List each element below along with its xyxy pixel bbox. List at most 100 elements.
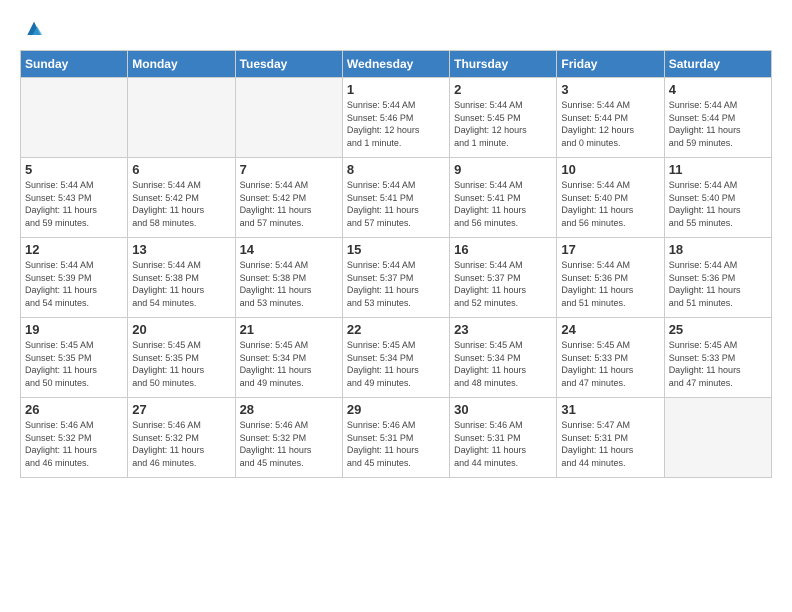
day-number: 18 (669, 242, 767, 257)
day-number: 9 (454, 162, 552, 177)
calendar-week-5: 26 Sunrise: 5:46 AM Sunset: 5:32 PM Dayli… (21, 398, 772, 478)
day-info: Sunrise: 5:44 AM Sunset: 5:43 PM Dayligh… (25, 179, 123, 229)
calendar-day: 3 Sunrise: 5:44 AM Sunset: 5:44 PM Daylig… (557, 78, 664, 158)
day-info: Sunrise: 5:44 AM Sunset: 5:41 PM Dayligh… (347, 179, 445, 229)
calendar-day (128, 78, 235, 158)
day-info: Sunrise: 5:44 AM Sunset: 5:44 PM Dayligh… (561, 99, 659, 149)
calendar-day: 11Sunrise: 5:44 AM Sunset: 5:40 PM Dayli… (664, 158, 771, 238)
day-number: 10 (561, 162, 659, 177)
day-info: Sunrise: 5:45 AM Sunset: 5:35 PM Dayligh… (25, 339, 123, 389)
calendar-week-3: 12 Sunrise: 5:44 AM Sunset: 5:39 PM Dayli… (21, 238, 772, 318)
day-number: 28 (240, 402, 338, 417)
calendar-day: 30Sunrise: 5:46 AM Sunset: 5:31 PM Dayli… (450, 398, 557, 478)
calendar-day (21, 78, 128, 158)
day-info: Sunrise: 5:45 AM Sunset: 5:34 PM Dayligh… (240, 339, 338, 389)
calendar-day: 4 Sunrise: 5:44 AM Sunset: 5:44 PM Daylig… (664, 78, 771, 158)
day-number: 20 (132, 322, 230, 337)
calendar-header-monday: Monday (128, 51, 235, 78)
calendar-day: 20 Sunrise: 5:45 AM Sunset: 5:35 PM Dayli… (128, 318, 235, 398)
day-info: Sunrise: 5:44 AM Sunset: 5:37 PM Dayligh… (347, 259, 445, 309)
calendar-header-friday: Friday (557, 51, 664, 78)
day-info: Sunrise: 5:44 AM Sunset: 5:36 PM Dayligh… (561, 259, 659, 309)
day-info: Sunrise: 5:45 AM Sunset: 5:34 PM Dayligh… (454, 339, 552, 389)
calendar-day: 7Sunrise: 5:44 AM Sunset: 5:42 PM Daylig… (235, 158, 342, 238)
day-number: 2 (454, 82, 552, 97)
day-number: 31 (561, 402, 659, 417)
day-info: Sunrise: 5:46 AM Sunset: 5:32 PM Dayligh… (132, 419, 230, 469)
day-number: 27 (132, 402, 230, 417)
calendar-day: 26 Sunrise: 5:46 AM Sunset: 5:32 PM Dayli… (21, 398, 128, 478)
calendar-day: 1Sunrise: 5:44 AM Sunset: 5:46 PM Daylig… (342, 78, 449, 158)
day-number: 12 (25, 242, 123, 257)
day-number: 11 (669, 162, 767, 177)
day-info: Sunrise: 5:45 AM Sunset: 5:33 PM Dayligh… (669, 339, 767, 389)
logo (20, 20, 44, 40)
day-info: Sunrise: 5:45 AM Sunset: 5:34 PM Dayligh… (347, 339, 445, 389)
calendar-header-wednesday: Wednesday (342, 51, 449, 78)
calendar-day: 23 Sunrise: 5:45 AM Sunset: 5:34 PM Dayli… (450, 318, 557, 398)
calendar-day: 28 Sunrise: 5:46 AM Sunset: 5:32 PM Dayli… (235, 398, 342, 478)
calendar-header-row: SundayMondayTuesdayWednesdayThursdayFrid… (21, 51, 772, 78)
calendar-day: 10 Sunrise: 5:44 AM Sunset: 5:40 PM Dayli… (557, 158, 664, 238)
day-info: Sunrise: 5:44 AM Sunset: 5:41 PM Dayligh… (454, 179, 552, 229)
calendar-day: 14 Sunrise: 5:44 AM Sunset: 5:38 PM Dayli… (235, 238, 342, 318)
calendar-header-saturday: Saturday (664, 51, 771, 78)
day-info: Sunrise: 5:44 AM Sunset: 5:39 PM Dayligh… (25, 259, 123, 309)
day-number: 6 (132, 162, 230, 177)
calendar-day: 27 Sunrise: 5:46 AM Sunset: 5:32 PM Dayli… (128, 398, 235, 478)
calendar-day: 18 Sunrise: 5:44 AM Sunset: 5:36 PM Dayli… (664, 238, 771, 318)
calendar-week-2: 5 Sunrise: 5:44 AM Sunset: 5:43 PM Daylig… (21, 158, 772, 238)
day-number: 8 (347, 162, 445, 177)
day-info: Sunrise: 5:45 AM Sunset: 5:33 PM Dayligh… (561, 339, 659, 389)
day-info: Sunrise: 5:44 AM Sunset: 5:38 PM Dayligh… (240, 259, 338, 309)
day-number: 23 (454, 322, 552, 337)
day-info: Sunrise: 5:44 AM Sunset: 5:40 PM Dayligh… (561, 179, 659, 229)
calendar-day (664, 398, 771, 478)
day-info: Sunrise: 5:44 AM Sunset: 5:36 PM Dayligh… (669, 259, 767, 309)
calendar-day: 25Sunrise: 5:45 AM Sunset: 5:33 PM Dayli… (664, 318, 771, 398)
day-number: 16 (454, 242, 552, 257)
day-number: 3 (561, 82, 659, 97)
day-number: 13 (132, 242, 230, 257)
day-number: 17 (561, 242, 659, 257)
day-number: 29 (347, 402, 445, 417)
day-number: 24 (561, 322, 659, 337)
calendar-day: 29 Sunrise: 5:46 AM Sunset: 5:31 PM Dayli… (342, 398, 449, 478)
day-number: 14 (240, 242, 338, 257)
calendar-day: 12 Sunrise: 5:44 AM Sunset: 5:39 PM Dayli… (21, 238, 128, 318)
day-info: Sunrise: 5:44 AM Sunset: 5:42 PM Dayligh… (240, 179, 338, 229)
calendar-day: 13 Sunrise: 5:44 AM Sunset: 5:38 PM Dayli… (128, 238, 235, 318)
calendar-day: 5 Sunrise: 5:44 AM Sunset: 5:43 PM Daylig… (21, 158, 128, 238)
day-info: Sunrise: 5:45 AM Sunset: 5:35 PM Dayligh… (132, 339, 230, 389)
page-header (20, 20, 772, 40)
calendar-day: 22 Sunrise: 5:45 AM Sunset: 5:34 PM Dayli… (342, 318, 449, 398)
calendar-header-thursday: Thursday (450, 51, 557, 78)
calendar-day: 17 Sunrise: 5:44 AM Sunset: 5:36 PM Dayli… (557, 238, 664, 318)
calendar-day: 2 Sunrise: 5:44 AM Sunset: 5:45 PM Daylig… (450, 78, 557, 158)
calendar-day (235, 78, 342, 158)
day-info: Sunrise: 5:44 AM Sunset: 5:44 PM Dayligh… (669, 99, 767, 149)
day-info: Sunrise: 5:44 AM Sunset: 5:45 PM Dayligh… (454, 99, 552, 149)
calendar-header-sunday: Sunday (21, 51, 128, 78)
day-info: Sunrise: 5:46 AM Sunset: 5:32 PM Dayligh… (240, 419, 338, 469)
calendar-week-4: 19Sunrise: 5:45 AM Sunset: 5:35 PM Dayli… (21, 318, 772, 398)
day-info: Sunrise: 5:44 AM Sunset: 5:37 PM Dayligh… (454, 259, 552, 309)
day-info: Sunrise: 5:44 AM Sunset: 5:38 PM Dayligh… (132, 259, 230, 309)
calendar-day: 16 Sunrise: 5:44 AM Sunset: 5:37 PM Dayli… (450, 238, 557, 318)
day-number: 26 (25, 402, 123, 417)
day-info: Sunrise: 5:47 AM Sunset: 5:31 PM Dayligh… (561, 419, 659, 469)
calendar-day: 21 Sunrise: 5:45 AM Sunset: 5:34 PM Dayli… (235, 318, 342, 398)
calendar-day: 24 Sunrise: 5:45 AM Sunset: 5:33 PM Dayli… (557, 318, 664, 398)
calendar-day: 8 Sunrise: 5:44 AM Sunset: 5:41 PM Daylig… (342, 158, 449, 238)
day-info: Sunrise: 5:46 AM Sunset: 5:31 PM Dayligh… (347, 419, 445, 469)
day-number: 22 (347, 322, 445, 337)
day-info: Sunrise: 5:46 AM Sunset: 5:32 PM Dayligh… (25, 419, 123, 469)
calendar-table: SundayMondayTuesdayWednesdayThursdayFrid… (20, 50, 772, 478)
calendar-week-1: 1Sunrise: 5:44 AM Sunset: 5:46 PM Daylig… (21, 78, 772, 158)
day-number: 4 (669, 82, 767, 97)
calendar-body: 1Sunrise: 5:44 AM Sunset: 5:46 PM Daylig… (21, 78, 772, 478)
calendar-day: 19Sunrise: 5:45 AM Sunset: 5:35 PM Dayli… (21, 318, 128, 398)
day-number: 21 (240, 322, 338, 337)
day-number: 5 (25, 162, 123, 177)
calendar-day: 9 Sunrise: 5:44 AM Sunset: 5:41 PM Daylig… (450, 158, 557, 238)
